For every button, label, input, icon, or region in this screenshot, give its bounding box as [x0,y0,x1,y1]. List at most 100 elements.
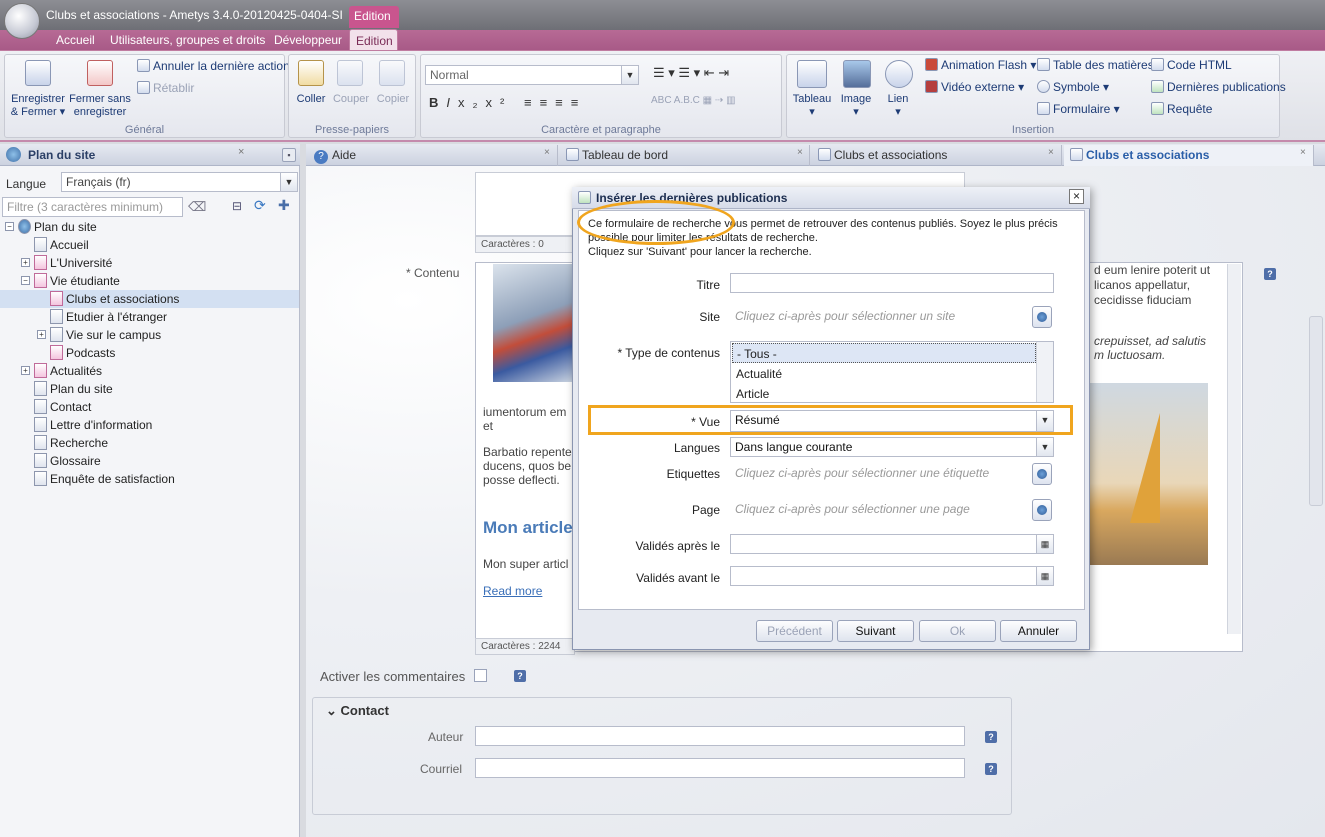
tree-item[interactable]: Recherche [34,434,108,452]
page-field[interactable]: Cliquez ci-après pour sélectionner une p… [730,499,1026,519]
html-code-button[interactable]: Code HTML [1151,58,1232,72]
comments-checkbox[interactable] [474,669,487,682]
paragraph-style-select[interactable]: Normal ▼ [425,65,639,85]
main-scrollbar[interactable] [1309,316,1323,506]
close-icon[interactable]: × [544,147,550,158]
select-page-button[interactable] [1032,499,1052,521]
tree-item-root[interactable]: Plan du site [18,218,97,236]
close-without-save-button[interactable]: Fermer sans enregistrer [67,93,133,119]
close-icon[interactable]: × [238,146,244,158]
select-tag-button[interactable] [1032,463,1052,485]
author-field[interactable] [475,726,965,746]
tab-edition[interactable]: Edition [349,29,398,51]
tree-item[interactable]: Actualités [34,362,102,380]
tree-item[interactable]: Podcasts [50,344,115,362]
symbol-button[interactable]: Symbole ▾ [1037,80,1109,94]
listbox-scrollbar[interactable] [1036,342,1053,402]
tree-item-selected[interactable]: Clubs et associations [50,290,179,308]
tree-item[interactable]: Glossaire [34,452,101,470]
tree-item[interactable]: L'Université [34,254,112,272]
content-type-listbox[interactable]: - Tous - Actualité Article [730,341,1054,403]
help-icon[interactable]: ? [1264,268,1276,280]
paste-button[interactable]: Coller [293,93,329,106]
valid-after-date[interactable]: ▦ [730,534,1054,554]
tree-item[interactable]: Vie étudiante [34,272,120,290]
close-icon[interactable]: × [1300,147,1306,158]
page-icon [34,417,47,432]
puzzle-icon[interactable]: ✚ [278,197,290,214]
tree-item[interactable]: Lettre d'information [34,416,152,434]
undo-button[interactable]: Annuler la dernière action [137,59,290,73]
tab-dashboard[interactable]: Tableau de bord [560,145,810,166]
calendar-icon[interactable]: ▦ [1036,567,1053,585]
image-button[interactable]: Image ▾ [835,93,877,119]
help-icon[interactable]: ? [514,670,526,682]
close-icon[interactable]: × [797,147,803,158]
link-button[interactable]: Lien ▾ [879,93,917,119]
tree-item[interactable]: Contact [34,398,91,416]
site-field[interactable]: Cliquez ci-après pour sélectionner un si… [730,306,1026,326]
page-icon [34,273,47,288]
table-button[interactable]: Tableau ▾ [789,93,835,119]
form-button[interactable]: Formulaire ▾ [1037,102,1120,116]
expand-icon[interactable]: + [21,258,30,267]
filter-input[interactable]: Filtre (3 caractères minimum) [2,197,183,217]
tab-clubs-preview[interactable]: Clubs et associations [812,145,1062,166]
save-close-button[interactable]: Enregistrer & Fermer ▾ [7,93,69,119]
tree-item[interactable]: Enquête de satisfaction [34,470,175,488]
tab-accueil[interactable]: Accueil [56,33,95,47]
tree-item[interactable]: Accueil [34,236,89,254]
tab-users[interactable]: Utilisateurs, groupes et droits [110,33,265,47]
tab-help[interactable]: ? Aide [308,145,558,166]
next-button[interactable]: Suivant [837,620,914,642]
collapse-icon[interactable]: − [21,276,30,285]
contact-legend[interactable]: ⌄ Contact [326,703,389,719]
tab-clubs-edit[interactable]: Clubs et associations [1064,145,1314,166]
redo-button[interactable]: Rétablir [137,81,194,95]
video-button[interactable]: Vidéo externe ▾ [925,80,1024,94]
flash-button[interactable]: Animation Flash ▾ [925,58,1036,72]
refresh-icon[interactable]: ⟳ [254,197,266,214]
latest-publications-button[interactable]: Dernières publications [1151,80,1286,94]
query-button[interactable]: Requête [1151,102,1212,116]
content-type-option[interactable]: Article [736,387,769,401]
tags-field[interactable]: Cliquez ci-après pour sélectionner une é… [730,463,1026,483]
list-buttons[interactable]: ☰ ▾ ☰ ▾ ⇤ ⇥ [653,65,729,81]
tree-item[interactable]: Etudier à l'étranger [50,308,167,326]
cancel-button[interactable]: Annuler [1000,620,1077,642]
misc-format-buttons[interactable]: ABC A.B.C ▦ ⇢ ▥ [651,95,736,106]
help-icon[interactable]: ? [985,731,997,743]
languages-select[interactable]: Dans langue courante ▼ [730,437,1054,457]
skater-image [493,264,575,382]
cut-button[interactable]: Couper [331,93,371,106]
collapse-panel-button[interactable]: ▪ [282,148,296,162]
read-more-link[interactable]: Read more [483,584,542,598]
help-icon[interactable]: ? [985,763,997,775]
editor-scrollbar[interactable] [1227,264,1241,634]
expand-icon[interactable]: + [21,366,30,375]
tree-item[interactable]: Plan du site [34,380,113,398]
calendar-icon[interactable]: ▦ [1036,535,1053,553]
close-icon[interactable]: × [1048,147,1054,158]
valid-before-date[interactable]: ▦ [730,566,1054,586]
tab-developer[interactable]: Développeur [274,33,342,47]
dialog-close-button[interactable]: × [1069,189,1084,204]
select-site-button[interactable] [1032,306,1052,328]
toc-button[interactable]: Table des matières [1037,58,1154,72]
content-type-option[interactable]: Actualité [736,367,782,381]
language-select[interactable]: Français (fr) ▼ [61,172,298,192]
expand-icon[interactable]: + [37,330,46,339]
app-logo[interactable] [4,3,40,39]
tree-item[interactable]: Vie sur le campus [50,326,161,344]
copy-button[interactable]: Copier [373,93,413,106]
content-type-option-selected[interactable]: - Tous - [732,343,1036,363]
collapse-all-icon[interactable]: ⊟ [232,199,242,213]
title-input[interactable] [730,273,1054,293]
collapse-icon[interactable]: − [5,222,14,231]
email-field[interactable] [475,758,965,778]
clear-filter-icon[interactable]: ⌫ [188,199,206,215]
previous-button[interactable]: Précédent [756,620,833,642]
page-icon [34,399,47,414]
text-format-buttons[interactable]: BIx₂x² ≡≡≡≡ [429,95,586,110]
ok-button[interactable]: Ok [919,620,996,642]
